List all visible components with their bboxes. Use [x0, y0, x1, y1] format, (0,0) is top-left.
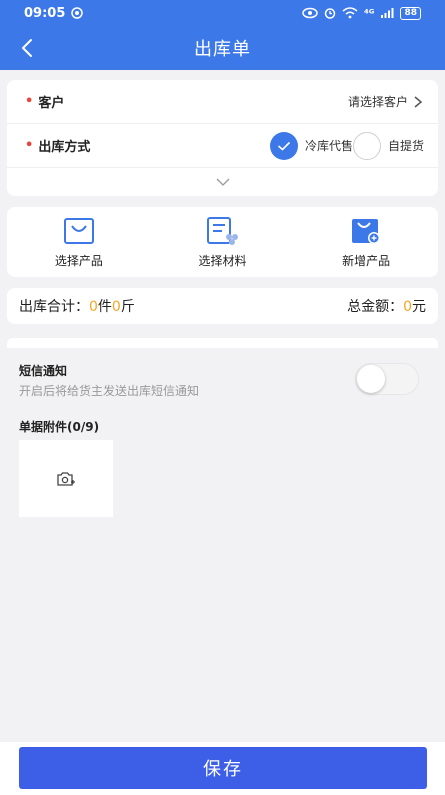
quantity-weight: 0	[111, 299, 121, 315]
action-label: 新增产品	[342, 253, 391, 268]
network-type: ⁴ᴳ	[363, 6, 375, 20]
sms-description: 开启后将给货主发送出库短信通知	[19, 384, 200, 398]
divider-strip	[7, 338, 438, 348]
toggle-knob	[357, 365, 385, 393]
amount-total: 总金额：0元	[347, 296, 426, 316]
totals-card: 出库合计：0件0斤 总金额：0元	[7, 288, 438, 324]
nav-bar: 出库单	[0, 26, 445, 70]
attachments-title: 单据附件(0/9)	[19, 420, 100, 434]
sms-title: 短信通知	[19, 364, 68, 378]
notification-icon	[71, 7, 84, 19]
sms-toggle[interactable]	[355, 363, 419, 395]
unit-pieces: 件	[97, 299, 112, 315]
battery-icon: 88	[400, 6, 421, 20]
chevron-right-icon	[414, 95, 423, 108]
amount-value: 0	[403, 299, 412, 315]
add-product-button[interactable]: 新增产品	[301, 216, 431, 269]
customer-label: 客户	[38, 96, 65, 111]
quantity-label: 出库合计：	[19, 299, 89, 315]
method-label-wrap: • 出库方式	[25, 136, 90, 155]
back-arrow-icon[interactable]	[14, 34, 42, 62]
required-mark: •	[25, 94, 34, 109]
unit-weight: 斤	[120, 299, 135, 315]
order-form-card: • 客户 请选择客户 • 出库方式 冷库代售 自提货	[7, 80, 438, 196]
amount-label: 总金额：	[347, 299, 404, 315]
select-material-button[interactable]: 选择材料	[157, 216, 287, 269]
radio-label: 冷库代售	[304, 139, 353, 153]
radio-self-pickup[interactable]: 自提货	[352, 131, 424, 160]
quantity-pieces: 0	[89, 299, 98, 315]
customer-label-wrap: • 客户	[25, 92, 64, 111]
expand-toggle[interactable]	[7, 168, 438, 196]
action-card: 选择产品 选择材料 新增产品	[7, 207, 438, 277]
add-product-icon	[352, 218, 381, 244]
customer-placeholder: 请选择客户	[347, 95, 408, 109]
currency-unit: 元	[412, 299, 426, 315]
action-label: 选择产品	[54, 253, 103, 268]
status-bar: 09:05 ⁴ᴳ 88	[0, 0, 445, 26]
radio-checked-icon	[269, 131, 298, 160]
wifi-icon	[342, 7, 358, 19]
chevron-down-icon	[216, 178, 229, 186]
radio-cold-storage[interactable]: 冷库代售	[269, 131, 353, 160]
method-label: 出库方式	[38, 140, 91, 155]
customer-row[interactable]: • 客户 请选择客户	[7, 80, 438, 124]
action-label: 选择材料	[198, 253, 247, 268]
customer-select[interactable]: 请选择客户	[348, 93, 424, 110]
method-row: • 出库方式 冷库代售 自提货	[7, 124, 438, 168]
signal-icon	[381, 8, 394, 18]
camera-add-icon	[57, 471, 75, 486]
alarm-icon	[324, 8, 336, 19]
add-attachment-button[interactable]	[19, 440, 113, 517]
save-button[interactable]: 保存	[19, 747, 427, 789]
status-time: 09:05	[24, 5, 66, 21]
quantity-total: 出库合计：0件0斤	[19, 296, 135, 316]
material-list-icon	[207, 216, 239, 245]
shopping-bag-icon	[63, 217, 94, 244]
select-product-button[interactable]: 选择产品	[14, 216, 144, 269]
method-radio-group: 冷库代售 自提货	[269, 131, 424, 160]
required-mark: •	[25, 138, 34, 153]
eye-icon	[302, 7, 318, 19]
sms-section: 短信通知 开启后将给货主发送出库短信通知	[19, 362, 199, 399]
radio-label: 自提货	[387, 139, 424, 153]
page-title: 出库单	[194, 39, 251, 60]
radio-unchecked-icon	[352, 131, 381, 160]
